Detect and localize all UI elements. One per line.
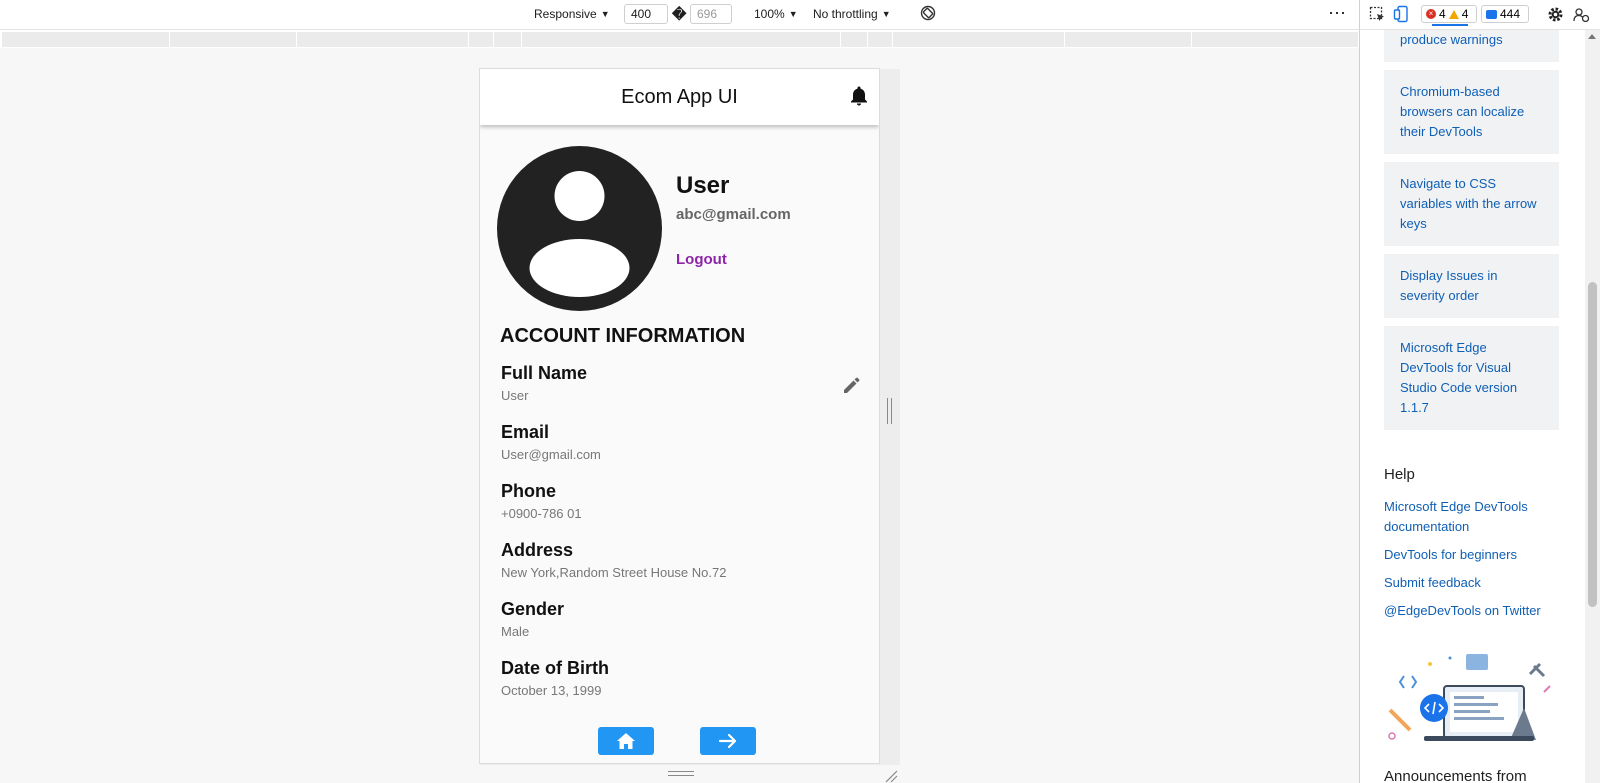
devtools-toolbar: × 4 4 444 (1359, 0, 1600, 30)
field-label: Phone (501, 481, 557, 501)
field-value: +0900-786 01 (501, 506, 582, 521)
field-value: User (501, 388, 529, 403)
app-bar: Ecom App UI (480, 69, 879, 125)
warnings-count: 4 (1461, 7, 1469, 21)
media-query-ruler[interactable] (2, 32, 1358, 47)
height-input[interactable]: 696 (690, 4, 732, 24)
user-feedback-icon[interactable] (1573, 6, 1590, 23)
field-gender: Gender Male (501, 599, 841, 639)
ruler-divider (493, 32, 494, 47)
viewport-resize-handle-bottom[interactable] (668, 771, 694, 776)
field-full-name: Full Name User (501, 363, 841, 403)
whats-new-panel: produce warnings Chromium-based browsers… (1359, 30, 1585, 783)
field-value: Male (501, 624, 530, 639)
issues-counter[interactable]: × 4 4 (1421, 5, 1477, 23)
field-label: Full Name (501, 363, 588, 383)
device-select[interactable]: Responsive ▼ (534, 7, 610, 21)
width-input[interactable]: 400 (624, 4, 668, 24)
message-icon (1486, 9, 1497, 19)
profile-email: abc@gmail.com (676, 206, 791, 223)
browser-devtools-window: Responsive ▼ 400 � 696 100% ▼ No throttl… (0, 0, 1600, 783)
news-card[interactable]: Navigate to CSS variables with the arrow… (1384, 162, 1559, 246)
chevron-down-icon: ▼ (788, 9, 798, 19)
news-card[interactable]: Display Issues in severity order (1384, 254, 1559, 318)
device-toolbar: Responsive ▼ 400 � 696 100% ▼ No throttl… (0, 0, 1359, 30)
field-label: Gender (501, 599, 565, 619)
field-phone: Phone +0900-786 01 (501, 481, 841, 521)
help-link-feedback[interactable]: Submit feedback (1384, 573, 1569, 593)
issues-underline (1432, 24, 1468, 26)
zoom-select[interactable]: 100% ▼ (754, 7, 798, 21)
device-toolbar-icon[interactable] (1393, 5, 1409, 23)
help-link-twitter[interactable]: @EdgeDevTools on Twitter (1384, 601, 1569, 621)
inspect-element-icon[interactable] (1369, 6, 1386, 23)
logout-link[interactable]: Logout (676, 251, 727, 268)
ruler-divider (468, 32, 469, 47)
throttling-select[interactable]: No throttling ▼ (813, 7, 891, 21)
ruler-divider (1191, 32, 1192, 47)
mobile-app-screen: Ecom App UI User abc@gmail.com Logout AC… (479, 68, 880, 764)
dimension-separator: � (672, 6, 687, 22)
news-card[interactable]: Chromium-based browsers can localize the… (1384, 70, 1559, 154)
news-card[interactable]: Microsoft Edge DevTools for Visual Studi… (1384, 326, 1559, 430)
throttling-select-label: No throttling (813, 7, 878, 21)
arrow-right-icon (718, 733, 737, 749)
field-value: New York,Random Street House No.72 (501, 565, 727, 580)
ruler-divider (892, 32, 893, 47)
next-button[interactable] (700, 727, 756, 755)
notification-bell-icon[interactable] (849, 85, 869, 107)
zoom-select-label: 100% (754, 7, 785, 21)
devtools-illustration-icon (1388, 654, 1551, 741)
rotate-button[interactable] (920, 5, 936, 21)
resize-corner-icon[interactable] (884, 769, 898, 783)
field-value: October 13, 1999 (501, 683, 602, 698)
help-link-documentation[interactable]: Microsoft Edge DevTools documentation (1384, 497, 1569, 537)
help-heading: Help (1384, 466, 1415, 483)
ruler-divider (840, 32, 841, 47)
help-link-beginners[interactable]: DevTools for beginners (1384, 545, 1569, 565)
rotate-icon (920, 5, 936, 21)
field-label: Address (501, 540, 574, 560)
error-icon: × (1426, 9, 1436, 19)
account-info-heading: ACCOUNT INFORMATION (500, 325, 746, 347)
news-card[interactable]: produce warnings (1384, 30, 1559, 62)
chevron-down-icon: ▼ (881, 9, 891, 19)
scroll-up-arrow-icon[interactable] (1588, 34, 1596, 39)
ruler-divider (521, 32, 522, 47)
ruler-divider (296, 32, 297, 47)
field-label: Email (501, 422, 550, 442)
field-label: Date of Birth (501, 658, 609, 678)
app-title: Ecom App UI (621, 85, 738, 108)
home-icon (617, 733, 635, 749)
messages-count: 444 (1500, 7, 1521, 21)
device-select-label: Responsive (534, 7, 597, 21)
profile-name: User (676, 172, 730, 199)
field-value: User@gmail.com (501, 447, 601, 462)
announcements-heading: Announcements from (1384, 768, 1527, 783)
ruler-divider (169, 32, 170, 47)
field-address: Address New York,Random Street House No.… (501, 540, 841, 580)
edit-pencil-icon[interactable] (842, 375, 862, 395)
user-avatar-icon (497, 146, 662, 311)
home-button[interactable] (598, 727, 654, 755)
errors-count: 4 (1439, 7, 1446, 21)
chevron-down-icon: ▼ (600, 9, 610, 19)
messages-counter[interactable]: 444 (1481, 5, 1529, 23)
ruler-divider (867, 32, 868, 47)
field-email: Email User@gmail.com (501, 422, 841, 462)
viewport-resize-handle-right[interactable] (887, 398, 892, 424)
scrollbar-thumb[interactable] (1588, 282, 1597, 607)
more-options-button[interactable]: ⋯ (1328, 3, 1346, 24)
field-date-of-birth: Date of Birth October 13, 1999 (501, 658, 841, 698)
panel-scrollbar[interactable] (1585, 30, 1600, 783)
ruler-divider (1064, 32, 1065, 47)
warning-icon (1448, 9, 1459, 19)
emulated-viewport-area: Ecom App UI User abc@gmail.com Logout AC… (0, 48, 1359, 783)
gear-icon[interactable] (1547, 6, 1564, 23)
